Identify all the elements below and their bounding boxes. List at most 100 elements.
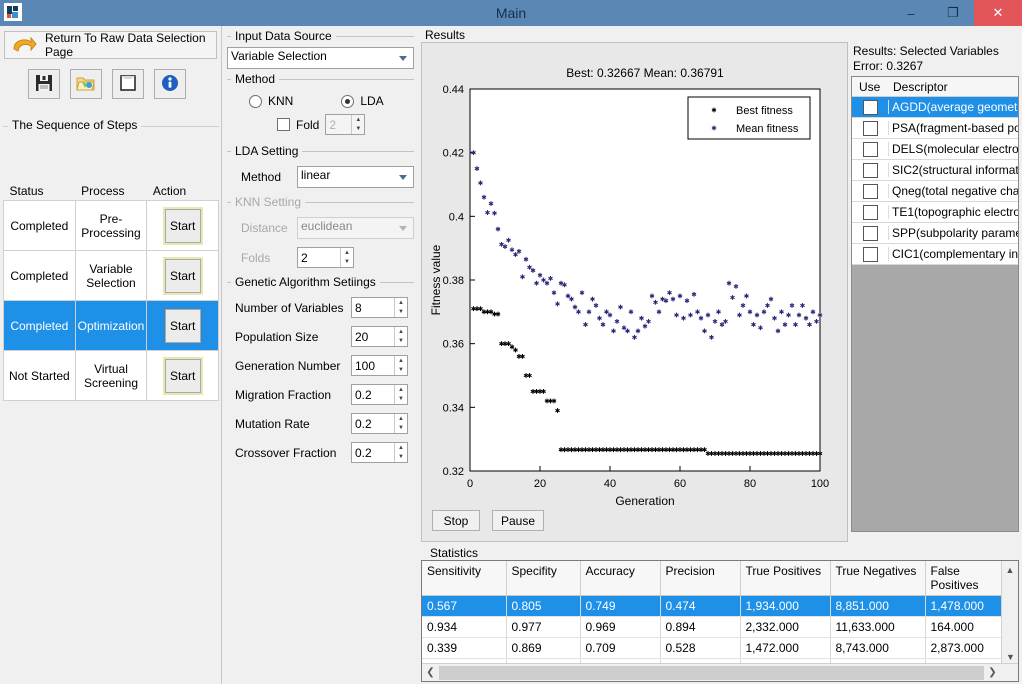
ga-stepper[interactable]: ▲▼ [351,355,408,376]
window-controls: – ❐ ✕ [890,0,1022,26]
table-row[interactable]: 0.934 0.977 0.969 0.894 2,332.000 11,633… [422,616,1003,638]
use-checkbox[interactable] [862,141,878,157]
knn-folds-input[interactable] [298,248,338,267]
list-item[interactable]: CIC1(complementary info... [852,244,1018,265]
stepper-down-icon[interactable]: ▼ [395,308,407,318]
ga-input[interactable] [352,385,392,404]
open-button[interactable] [70,69,102,99]
close-button[interactable]: ✕ [974,0,1022,26]
use-checkbox[interactable] [862,204,878,220]
ga-input[interactable] [352,414,392,433]
input-data-source-select[interactable]: Variable Selection [227,47,414,69]
sequence-header-row: Status Process Action [3,182,219,201]
ga-stepper[interactable]: ▲▼ [351,326,408,347]
use-checkbox[interactable] [862,225,878,241]
list-item[interactable]: TE1(topographic electro... [852,202,1018,223]
stepper-down-icon[interactable]: ▼ [395,395,407,405]
ga-stepper[interactable]: ▲▼ [351,384,408,405]
ga-stepper[interactable]: ▲▼ [351,413,408,434]
list-item[interactable]: SIC2(structural informatio... [852,160,1018,181]
ga-stepper-buttons[interactable]: ▲ ▼ [394,356,407,375]
stepper-down-icon[interactable]: ▼ [352,125,364,135]
list-item[interactable]: Qneg(total negative char... [852,181,1018,202]
ga-input[interactable] [352,327,392,346]
return-to-raw-data-button[interactable]: Return To Raw Data Selection Page [4,31,217,59]
start-button[interactable]: Start [162,256,203,295]
stepper-up-icon[interactable]: ▲ [352,115,364,125]
stop-button[interactable]: Stop [432,510,480,531]
knn-radio-option[interactable]: KNN [249,94,293,108]
scroll-right-icon[interactable]: ❯ [984,667,1001,678]
fold-stepper[interactable]: ▲ ▼ [325,114,366,135]
ga-input[interactable] [352,356,392,375]
ga-input[interactable] [352,443,392,462]
save-button[interactable] [28,69,60,99]
ga-field-number-of-variables: Number of Variables ▲▼ [227,293,414,322]
selected-variables-list[interactable]: Use Descriptor AGDD(average geometri... … [851,76,1019,532]
info-button[interactable] [154,69,186,99]
pause-button[interactable]: Pause [492,510,545,531]
ga-stepper-buttons[interactable]: ▲ ▼ [394,298,407,317]
minimize-button[interactable]: – [890,0,932,26]
statistics-horizontal-scrollbar[interactable]: ❮ ❯ [422,663,1018,681]
ga-stepper-buttons[interactable]: ▲ ▼ [394,414,407,433]
cell-accuracy: 0.709 [580,637,661,659]
use-checkbox[interactable] [862,183,878,199]
stepper-down-icon[interactable]: ▼ [341,258,353,268]
statistics-vertical-scrollbar[interactable]: ▲ ▼ [1001,561,1018,665]
knn-setting-legend: KNN Setting [231,195,306,209]
table-row[interactable]: Completed Pre-Processing Start [3,200,219,251]
ga-stepper-buttons[interactable]: ▲ ▼ [394,385,407,404]
list-item[interactable]: AGDD(average geometri... [852,97,1018,118]
start-button[interactable]: Start [162,306,203,345]
cell-false-positives: 2,873.000 [925,637,1003,659]
list-item[interactable]: PSA(fragment-based pol... [852,118,1018,139]
fold-stepper-buttons[interactable]: ▲ ▼ [351,115,364,134]
list-item[interactable]: SPP(subpolarity parameter) [852,223,1018,244]
table-row[interactable]: 0.339 0.869 0.709 0.528 1,472.000 8,743.… [422,637,1003,659]
fold-input[interactable] [326,115,352,134]
fold-checkbox[interactable] [277,118,290,131]
new-document-button[interactable] [112,69,144,99]
knn-folds-stepper[interactable]: ▲ ▼ [297,247,354,268]
scroll-left-icon[interactable]: ❮ [422,667,439,678]
scroll-up-icon[interactable]: ▲ [1002,561,1018,578]
return-arrow-icon [11,35,37,55]
stepper-down-icon[interactable]: ▼ [395,453,407,463]
stepper-up-icon[interactable]: ▲ [341,248,353,258]
stepper-down-icon[interactable]: ▼ [395,366,407,376]
stepper-down-icon[interactable]: ▼ [395,337,407,347]
table-row[interactable]: 0.567 0.805 0.749 0.474 1,934.000 8,851.… [422,595,1003,617]
scroll-thumb[interactable] [439,665,984,680]
lda-radio-option[interactable]: LDA [341,94,384,108]
start-button[interactable]: Start [162,356,203,395]
list-item[interactable]: DELS(molecular electrot... [852,139,1018,160]
ga-field-generation-number: Generation Number ▲▼ [227,351,414,380]
col-process: Process [75,182,147,201]
use-checkbox[interactable] [862,120,878,136]
use-checkbox[interactable] [862,162,878,178]
stepper-up-icon[interactable]: ▲ [395,414,407,424]
table-row[interactable]: Not Started Virtual Screening Start [3,350,219,401]
ga-stepper-buttons[interactable]: ▲ ▼ [394,443,407,462]
ga-stepper[interactable]: ▲▼ [351,442,408,463]
use-checkbox[interactable] [862,99,878,115]
stepper-up-icon[interactable]: ▲ [395,298,407,308]
lda-method-select[interactable]: linear [297,166,414,188]
restore-button[interactable]: ❐ [932,0,974,26]
stepper-down-icon[interactable]: ▼ [395,424,407,434]
ga-input[interactable] [352,298,392,317]
start-button[interactable]: Start [162,206,203,245]
stepper-up-icon[interactable]: ▲ [395,385,407,395]
knn-distance-select[interactable]: euclidean [297,217,414,239]
ga-stepper[interactable]: ▲▼ [351,297,408,318]
statistics-table-container[interactable]: Sensitivity Specifity Accuracy Precision… [421,560,1019,682]
stepper-up-icon[interactable]: ▲ [395,443,407,453]
table-row[interactable]: Completed Variable Selection Start [3,250,219,301]
use-checkbox[interactable] [862,246,878,262]
knn-folds-stepper-buttons[interactable]: ▲ ▼ [340,248,353,267]
stepper-up-icon[interactable]: ▲ [395,356,407,366]
ga-stepper-buttons[interactable]: ▲ ▼ [394,327,407,346]
table-row[interactable]: Completed Optimization Start [3,300,219,351]
stepper-up-icon[interactable]: ▲ [395,327,407,337]
